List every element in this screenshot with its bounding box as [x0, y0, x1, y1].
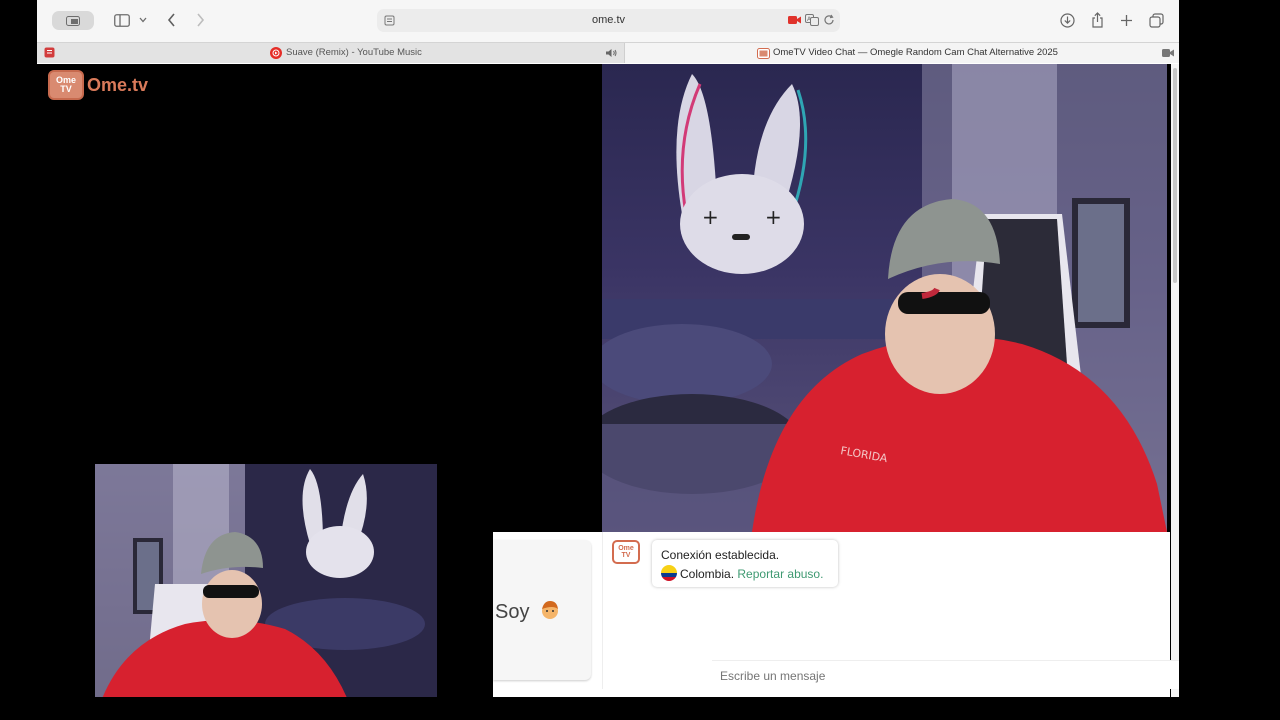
tab-bar: Suave (Remix) - YouTube Music OmeTV Vide…	[37, 42, 1179, 63]
message-input[interactable]	[720, 666, 1179, 686]
camera-recording-icon[interactable]	[788, 15, 802, 25]
new-tab-button[interactable]	[1118, 12, 1135, 29]
address-text: ome.tv	[591, 14, 625, 26]
sidebar-icon	[114, 13, 130, 27]
tab-overview-button[interactable]	[52, 11, 94, 30]
reload-icon[interactable]	[823, 14, 835, 26]
scrollbar-thumb[interactable]	[1173, 68, 1177, 283]
tab-label-youtube-music: Suave (Remix) - YouTube Music	[286, 47, 422, 58]
bookmark-icon[interactable]	[44, 47, 55, 58]
chevron-down-icon	[139, 17, 147, 23]
sidebar-menu-button[interactable]	[137, 14, 149, 26]
report-abuse-link[interactable]: Reportar abuso.	[737, 567, 823, 581]
address-bar[interactable]: ome.tv A	[377, 9, 840, 32]
tab-ometv[interactable]: OmeTV Video Chat — Omegle Random Cam Cha…	[624, 43, 1179, 63]
page-scrollbar[interactable]	[1171, 64, 1179, 697]
browser-window: ome.tv A Suave (Remix) - YouTube Music O…	[37, 0, 1179, 697]
self-video-preview	[95, 464, 437, 697]
ometv-favicon-icon	[757, 48, 770, 59]
interest-card-text: Soy	[495, 599, 561, 624]
chat-area: Soy Ome TV Conexión establecida. Colombi…	[493, 532, 1179, 697]
ometv-logo[interactable]: Ome TV Ome.tv	[48, 70, 148, 100]
downloads-button[interactable]	[1059, 12, 1076, 29]
colombia-flag-icon	[661, 565, 677, 581]
logo-badge-line2: TV	[60, 84, 72, 94]
country-name: Colombia.	[680, 567, 735, 581]
download-icon	[1060, 13, 1075, 28]
self-video-scene	[95, 464, 437, 697]
share-icon	[1092, 12, 1103, 28]
tab-youtube-music[interactable]: Suave (Remix) - YouTube Music	[37, 43, 624, 63]
back-button[interactable]	[163, 12, 179, 28]
tab-label-ometv: OmeTV Video Chat — Omegle Random Cam Cha…	[773, 47, 1058, 58]
chevron-left-icon	[167, 13, 175, 27]
connection-status-text: Conexión establecida.	[661, 548, 780, 562]
logo-text: Ome.tv	[87, 74, 149, 95]
tab-overview-grid-button[interactable]	[1148, 12, 1165, 29]
stranger-location: Colombia. Reportar abuso.	[661, 565, 829, 584]
remote-video-scene: + + FLORIDA	[602, 64, 1167, 532]
forward-button[interactable]	[192, 12, 208, 28]
translate-icon[interactable]: A	[805, 14, 819, 26]
remote-video: + + FLORIDA	[602, 64, 1167, 532]
camera-icon[interactable]	[1162, 48, 1175, 58]
share-button[interactable]	[1089, 11, 1106, 29]
svg-text:+: +	[702, 205, 719, 229]
page-content: Ome TV Ome.tv + + FLORIDA Soy Ome TV Con…	[37, 64, 1179, 697]
sidebar-toggle-button[interactable]	[113, 12, 131, 28]
boy-emoji-icon	[542, 601, 559, 619]
system-message-avatar: Ome TV	[612, 540, 640, 564]
soy-label: Soy	[495, 601, 530, 623]
interest-card: Soy	[493, 540, 591, 680]
chat-panel: Ome TV Conexión establecida. Colombia. R…	[602, 532, 1179, 689]
speaker-icon[interactable]	[605, 48, 618, 58]
avatar-line2: TV	[621, 552, 631, 559]
ometv-logo-badge: Ome TV	[48, 70, 84, 100]
youtube-music-icon	[270, 47, 282, 59]
plus-icon	[1121, 15, 1132, 26]
tab-overview-icon	[66, 15, 80, 26]
chevron-right-icon	[196, 13, 204, 27]
svg-text:+: +	[765, 205, 782, 229]
browser-toolbar: ome.tv A	[37, 0, 1179, 42]
system-message-bubble: Conexión establecida. Colombia. Reportar…	[652, 540, 838, 587]
message-input-bar	[712, 660, 1179, 689]
avatar-line1: Ome	[618, 545, 634, 552]
tabs-grid-icon	[1149, 13, 1164, 28]
